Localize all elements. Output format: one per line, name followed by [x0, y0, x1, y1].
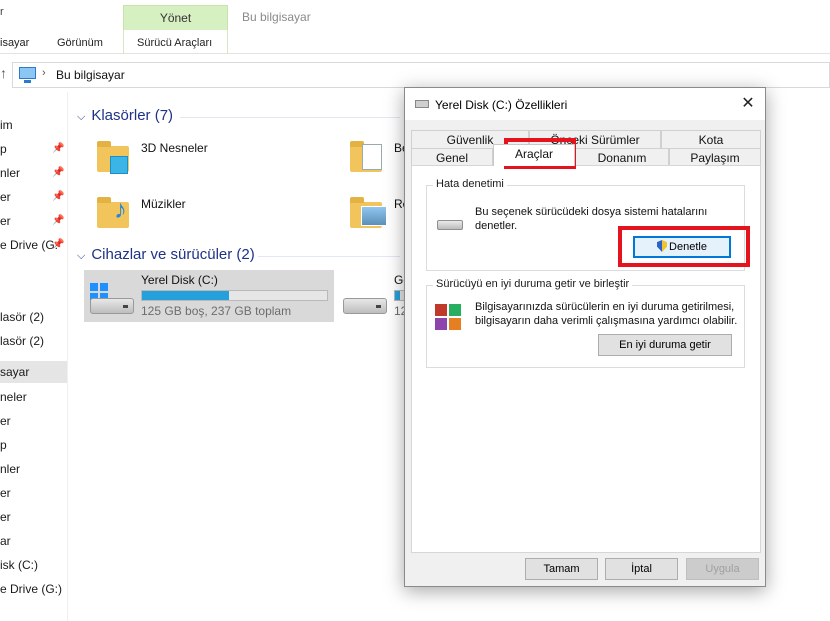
ribbon-stub-label: r — [0, 6, 4, 18]
drive-usage-fill — [395, 291, 400, 300]
pin-icon: 📌 — [52, 215, 65, 226]
nav-item-label: er — [0, 486, 11, 500]
dialog-titlebar[interactable]: Yerel Disk (C:) Özellikleri ✕ — [405, 88, 765, 120]
error-checking-title: Hata denetimi — [433, 178, 507, 190]
chevron-right-icon[interactable]: › — [42, 67, 46, 79]
hard-drive-icon — [437, 220, 463, 230]
tools-tab-panel: Hata denetimi Bu seçenek sürücüdeki dosy… — [411, 165, 761, 553]
apply-button[interactable]: Uygula — [686, 558, 759, 580]
optimize-title: Sürücüyü en iyi duruma getir ve birleşti… — [433, 278, 633, 290]
optimize-text-line2: bilgisayarın daha verimli çalışmasına ya… — [475, 315, 738, 327]
address-path[interactable]: Bu bilgisayar — [56, 68, 125, 82]
address-row: ↑ › Bu bilgisayar — [0, 62, 830, 88]
optimize-button[interactable]: En iyi duruma getir — [598, 334, 732, 356]
nav-item-this-pc[interactable]: sayar — [0, 361, 67, 383]
nav-item[interactable]: nler 📌 — [0, 162, 67, 184]
section-divider — [180, 117, 400, 118]
nav-item-label: er — [0, 414, 11, 428]
tab-tools[interactable]: Araçlar — [493, 144, 575, 166]
nav-item-label: e Drive (G:) — [0, 582, 63, 596]
hard-drive-icon — [343, 298, 387, 314]
nav-item[interactable]: e Drive (G:) — [0, 578, 67, 600]
nav-item[interactable]: er — [0, 482, 67, 504]
tab-drive-tools[interactable]: Sürücü Araçları — [137, 37, 212, 49]
ribbon: r Yönet Bu bilgisayar isayar Görünüm Sür… — [0, 0, 830, 54]
section-divider — [258, 256, 400, 257]
properties-dialog: Yerel Disk (C:) Özellikleri ✕ Güvenlik Ö… — [404, 87, 766, 587]
nav-item-label: e Drive (G: — [0, 238, 59, 252]
music-note-icon: ♪ — [114, 194, 127, 224]
nav-item-label: isk (C:) — [0, 558, 38, 572]
nav-item[interactable]: isk (C:) — [0, 554, 67, 576]
close-icon[interactable]: ✕ — [735, 92, 761, 116]
chevron-down-icon: ⌵ — [77, 250, 86, 262]
hard-drive-icon — [90, 298, 134, 314]
error-checking-text-line1: Bu seçenek sürücüdeki dosya sistemi hata… — [475, 206, 708, 218]
nav-divider — [67, 92, 68, 621]
cancel-button[interactable]: İptal — [605, 558, 678, 580]
nav-item-label: neler — [0, 390, 27, 404]
picture-icon — [361, 206, 387, 226]
error-checking-text-line2: denetler. — [475, 220, 518, 232]
up-arrow-icon[interactable]: ↑ — [0, 65, 7, 81]
pin-icon: 📌 — [52, 239, 65, 250]
pin-icon: 📌 — [52, 143, 65, 154]
tab-quota[interactable]: Kota — [661, 130, 761, 149]
folder-label[interactable]: 3D Nesneler — [141, 141, 208, 155]
nav-item-label: p — [0, 142, 7, 156]
drive-icon — [415, 100, 429, 108]
nav-item-label: p — [0, 438, 7, 452]
nav-item[interactable]: neler — [0, 386, 67, 408]
nav-item[interactable]: er 📌 — [0, 186, 67, 208]
folder-label[interactable]: Müzikler — [141, 197, 186, 211]
pin-icon: 📌 — [52, 191, 65, 202]
nav-item-label: sayar — [0, 365, 30, 379]
nav-item-label: nler — [0, 166, 21, 180]
optimize-text-line1: Bilgisayarınızda sürücülerin en iyi duru… — [475, 301, 735, 313]
devices-section-title: Cihazlar ve sürücüler (2) — [91, 246, 255, 263]
pin-icon: 📌 — [52, 167, 65, 178]
folders-section-title: Klasörler (7) — [91, 107, 174, 124]
navigation-pane: im p 📌 nler 📌 er 📌 er 📌 e Drive (G: 📌 lasör (… — [0, 92, 67, 621]
nav-item[interactable]: ar — [0, 530, 67, 552]
tab-view[interactable]: Görünüm — [57, 37, 103, 49]
nav-item[interactable]: im — [0, 114, 67, 136]
nav-item-label: er — [0, 190, 11, 204]
drive-usage-bar — [141, 290, 328, 301]
nav-item-label: nler — [0, 462, 21, 476]
chevron-down-icon: ⌵ — [77, 111, 86, 123]
nav-item-label: im — [0, 118, 13, 132]
nav-item-label: ar — [0, 534, 11, 548]
nav-item-label: lasör (2) — [0, 334, 45, 348]
nav-item-label: lasör (2) — [0, 310, 45, 324]
defrag-icon — [435, 304, 463, 332]
tab-computer[interactable]: isayar — [0, 37, 29, 49]
nav-item[interactable]: lasör (2) — [0, 330, 67, 352]
nav-item[interactable]: e Drive (G: 📌 — [0, 234, 67, 256]
window-title: Bu bilgisayar — [242, 10, 311, 24]
cube-icon — [110, 156, 128, 174]
this-pc-icon — [19, 67, 36, 83]
highlight-check-button — [618, 226, 750, 267]
tab-manage[interactable]: Yönet — [123, 5, 228, 30]
drive-usage-fill — [142, 291, 229, 300]
nav-item[interactable]: er — [0, 506, 67, 528]
nav-item[interactable]: p 📌 — [0, 138, 67, 160]
nav-item-label: er — [0, 214, 11, 228]
devices-section-header[interactable]: ⌵ Cihazlar ve sürücüler (2) — [77, 246, 255, 263]
drive-size: 125 GB boş, 237 GB toplam — [141, 304, 292, 318]
nav-item-label: er — [0, 510, 11, 524]
nav-item[interactable]: er — [0, 410, 67, 432]
address-bar[interactable] — [12, 62, 830, 88]
dialog-title: Yerel Disk (C:) Özellikleri — [435, 98, 568, 112]
nav-item[interactable]: nler — [0, 458, 67, 480]
nav-item[interactable]: er 📌 — [0, 210, 67, 232]
folders-section-header[interactable]: ⌵ Klasörler (7) — [77, 107, 173, 124]
nav-item[interactable]: p — [0, 434, 67, 456]
nav-item[interactable]: lasör (2) — [0, 306, 67, 328]
document-icon — [362, 144, 382, 170]
ok-button[interactable]: Tamam — [525, 558, 598, 580]
drive-name[interactable]: Yerel Disk (C:) — [141, 273, 218, 287]
